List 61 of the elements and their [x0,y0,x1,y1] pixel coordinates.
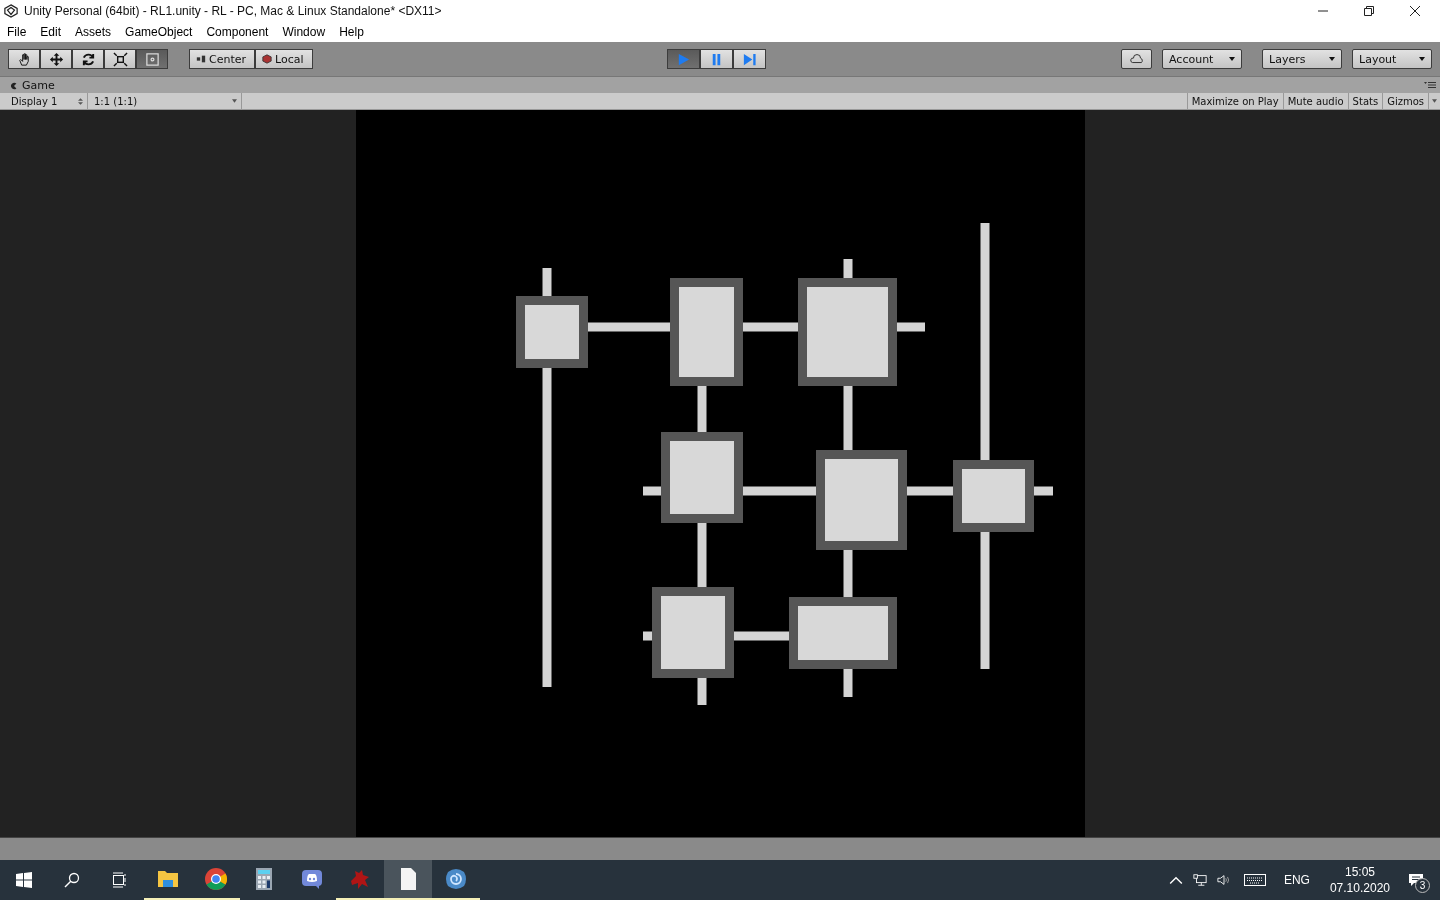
hand-tool-button[interactable] [8,49,40,69]
menu-item[interactable]: Window [282,25,326,39]
caret-icon [1229,57,1235,61]
pivot-icon [196,54,206,64]
pause-button[interactable] [700,49,734,69]
move-tool-icon [48,51,64,67]
menu-item[interactable]: Assets [75,25,112,39]
caret-icon [1329,57,1335,61]
pivot-space-button[interactable]: Local [255,49,313,69]
restore-icon[interactable] [1364,6,1374,16]
dropdown[interactable]: Layers [1262,49,1342,69]
panel-menu-icon[interactable] [1424,81,1436,89]
move-tool-button[interactable] [40,49,72,69]
date-text: 07.10.2020 [1329,881,1390,895]
menu-item[interactable]: Component [206,25,269,39]
rotate-tool-icon [80,51,96,67]
unity-logo-icon [4,4,18,18]
cloud-button[interactable] [1121,49,1152,69]
window-title: Unity Personal (64bit) - RL1.unity - RL - PC, Mac & Linux Standalone* <DX11> [24,4,443,18]
cloud-icon [1128,54,1145,64]
close-icon[interactable] [1410,6,1420,16]
step-icon [742,51,758,67]
speaker-icon[interactable] [1216,873,1231,887]
pivot-center-button[interactable]: Center [189,49,256,69]
time-text: 15:05 [1344,865,1375,879]
swirl-icon [444,867,468,891]
dropdown[interactable]: Layout [1352,49,1432,69]
rotate-tool-button[interactable] [72,49,104,69]
display-dropdown[interactable]: Display 1 [0,93,88,109]
clock[interactable]: 15:05 07.10.2020 [1329,865,1390,895]
gizmos-menu-button[interactable] [1428,93,1440,109]
menu-item[interactable]: Edit [40,25,62,39]
task-view-icon[interactable] [112,872,128,888]
rect-tool-icon [144,51,160,67]
step-button[interactable] [733,49,767,69]
caret-icon [1419,57,1425,61]
discord-icon [300,867,324,891]
caret-icon [232,99,237,103]
scale-dropdown[interactable]: 1:1 (1:1) [88,93,242,109]
document-app-button[interactable] [384,860,432,900]
keyboard-icon[interactable] [1243,873,1266,887]
game-icon [10,81,18,90]
notification-count: 3 [1415,878,1430,893]
dropdown[interactable]: Account [1162,49,1242,69]
play-icon [676,51,692,67]
search-icon[interactable] [64,872,80,888]
language-indicator[interactable]: ENG [1283,873,1310,887]
chrome-icon [204,867,228,891]
start-icon[interactable] [16,872,32,888]
scale-tool-icon [112,51,128,67]
rect-tool-button[interactable] [136,49,168,69]
cube-icon [262,54,273,64]
menu-item[interactable]: File [7,25,27,39]
scale-tool-button[interactable] [104,49,136,69]
stepper-icon [78,97,83,105]
menu-item[interactable]: GameObject [125,25,193,39]
network-icon[interactable] [1192,873,1207,887]
game-tab[interactable]: Game [0,78,61,93]
menu-item[interactable]: Help [339,25,364,39]
hand-tool-icon [16,51,32,67]
caret-icon [1432,99,1437,103]
